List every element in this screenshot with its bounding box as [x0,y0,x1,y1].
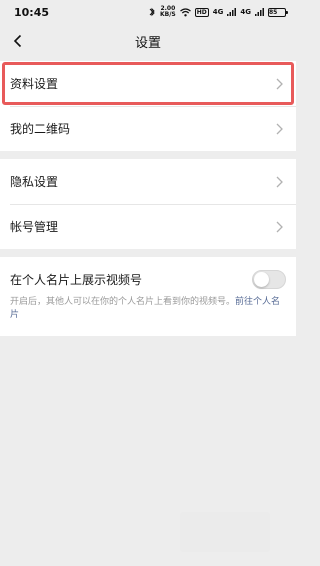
back-chevron-icon [13,34,22,48]
privacy-settings-row[interactable]: 隐私设置 [0,159,296,204]
channel-toggle-row: 在个人名片上展示视频号 [10,268,286,290]
signal-bars-icon-2 [255,8,264,16]
chevron-right-icon [274,122,284,136]
privacy-settings-label: 隐私设置 [10,175,59,189]
channel-toggle-description: 开启后，其他人可以在你的个人名片上看到你的视频号。前往个人名片 [10,296,286,322]
my-qrcode-label: 我的二维码 [10,122,71,136]
background-overlay [180,512,270,552]
network-speed-unit: KB/S [159,11,176,18]
page-title: 设置 [134,35,161,51]
chevron-right-icon [274,77,284,91]
my-qrcode-row[interactable]: 我的二维码 [0,106,296,151]
chevron-right-icon [274,220,284,234]
profile-settings-label: 资料设置 [10,77,59,91]
status-icons: 2.00 KB/S HD 4G 4G 85 [148,6,288,18]
profile-settings-row[interactable]: 资料设置 [0,61,296,106]
settings-group-account: 隐私设置 帐号管理 [0,159,296,249]
chevron-right-icon [274,175,284,189]
network-speed: 2.00 KB/S [160,6,176,18]
hd-badge: HD [194,7,209,17]
signal-4g-2: 4G [240,8,251,16]
status-bar: 10:45 2.00 KB/S HD 4G 4G 85 [0,0,296,24]
nav-bar: 设置 [0,24,296,58]
signal-bars-icon [227,8,237,16]
channel-display-setting: 在个人名片上展示视频号 开启后，其他人可以在你的个人名片上看到你的视频号。前往个… [0,257,296,336]
channel-toggle-switch[interactable] [252,269,286,289]
wifi-icon [179,7,191,17]
description-text: 开启后，其他人可以在你的个人名片上看到你的视频号。 [10,297,236,307]
status-time: 10:45 [14,5,50,19]
account-management-label: 帐号管理 [10,220,59,234]
bluetooth-icon [148,7,156,17]
signal-4g-1: 4G [212,8,224,16]
account-management-row[interactable]: 帐号管理 [0,204,296,249]
settings-group-profile: 资料设置 我的二维码 [0,61,296,151]
toggle-knob [254,271,269,287]
battery-icon: 85 [268,7,288,17]
back-button[interactable] [8,31,28,51]
channel-toggle-label: 在个人名片上展示视频号 [10,272,143,287]
